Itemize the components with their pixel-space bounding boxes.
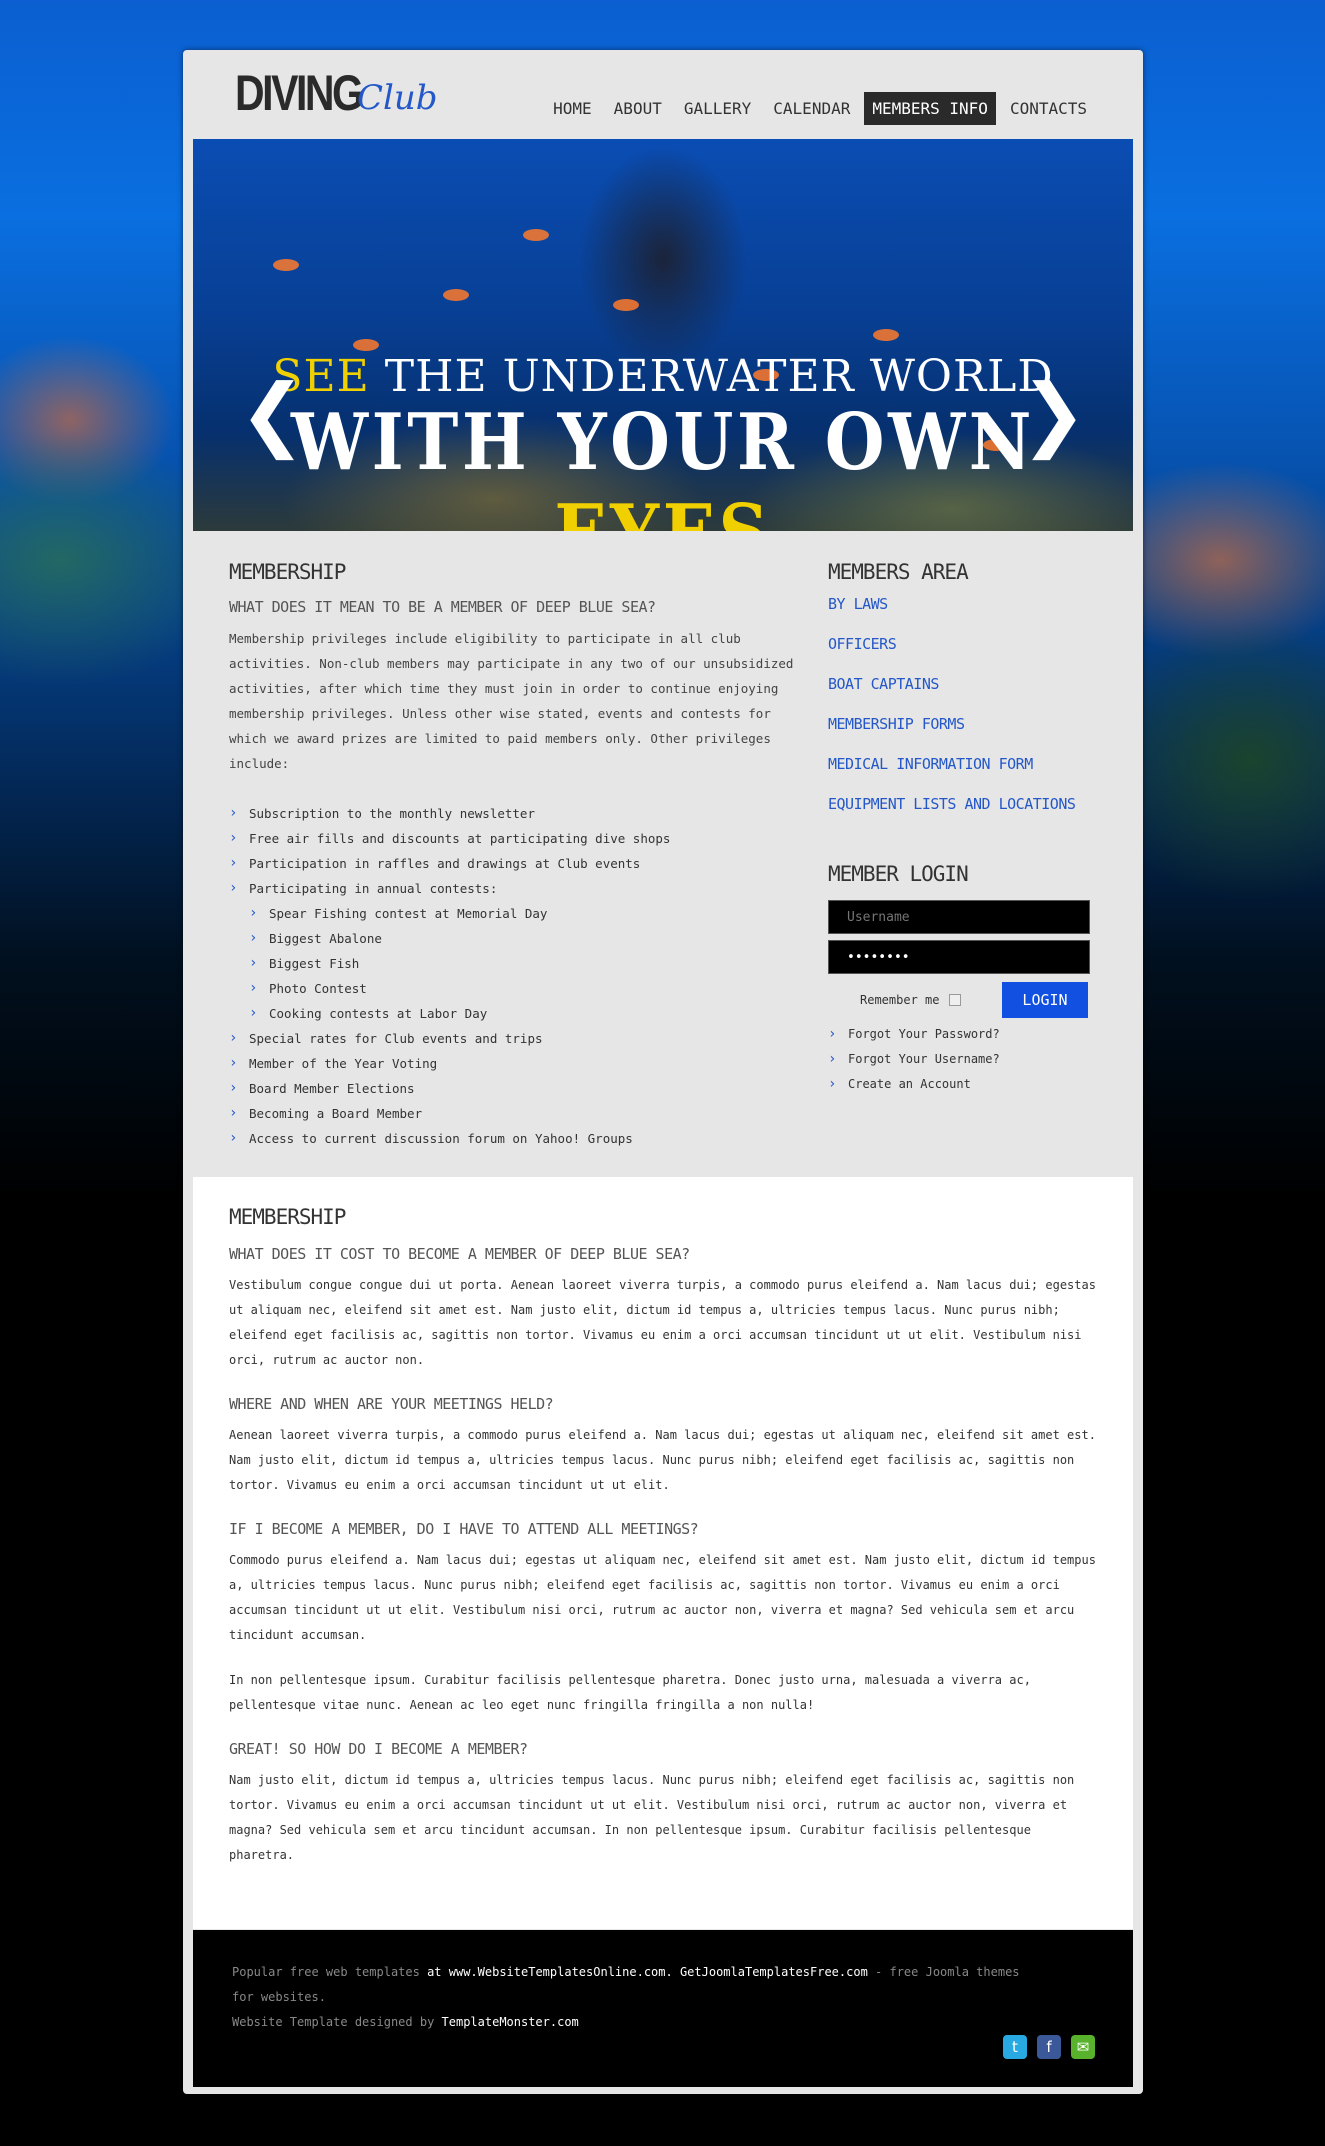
next-slide-arrow-icon[interactable]: ❯ xyxy=(1020,374,1087,454)
footer-text-5: Website Template designed by xyxy=(232,2015,442,2029)
hero-headline-2-main: WITH YOUR OWN xyxy=(290,397,1035,488)
faq-question: WHAT DOES IT COST TO BECOME A MEMBER OF … xyxy=(229,1245,690,1263)
header: DIVING Club HOME ABOUT GALLERY CALENDAR MEMB… xyxy=(193,50,1133,140)
page-frame: DIVING Club HOME ABOUT GALLERY CALENDAR MEMB… xyxy=(183,50,1143,2094)
chat-icon[interactable]: ✉ xyxy=(1071,2035,1095,2059)
remember-me-checkbox[interactable] xyxy=(949,994,962,1006)
privilege-item: Subscription to the monthly newsletter xyxy=(229,801,799,826)
footer-text-2: at xyxy=(419,1965,449,1979)
faq-question: GREAT! SO HOW DO I BECOME A MEMBER? xyxy=(229,1740,528,1758)
nav-item-contacts[interactable]: CONTACTS xyxy=(1002,92,1095,125)
nav-item-home[interactable]: HOME xyxy=(545,92,600,125)
membership-subtitle: WHAT DOES IT MEAN TO BE A MEMBER OF DEEP… xyxy=(229,598,656,616)
privilege-item: Board Member Elections xyxy=(229,1076,799,1101)
privilege-item: Cooking contests at Labor Day xyxy=(229,1001,799,1026)
faq-answer: In non pellentesque ipsum. Curabitur fac… xyxy=(229,1673,1031,1712)
fish-shape xyxy=(273,259,299,271)
twitter-icon[interactable]: t xyxy=(1003,2035,1027,2059)
faq-body: MEMBERSHIP WHAT DOES IT COST TO BECOME A… xyxy=(229,1205,1099,1868)
sidebar: MEMBERS AREA BY LAWS OFFICERS BOAT CAPTAIN… xyxy=(828,560,1090,1097)
faq-answer: Commodo purus eleifend a. Nam lacus dui;… xyxy=(229,1553,1096,1642)
members-area-links: BY LAWS OFFICERS BOAT CAPTAINS MEMBERSHIP F… xyxy=(828,584,1088,824)
faq-answer: Nam justo elit, dictum id tempus a, ultr… xyxy=(229,1773,1075,1862)
fish-shape xyxy=(353,339,379,351)
privilege-item: Biggest Fish xyxy=(229,951,799,976)
privilege-item: Access to current discussion forum on Ya… xyxy=(229,1126,799,1151)
members-link-by-laws[interactable]: BY LAWS xyxy=(828,584,1088,624)
logo-main-text: DIVING xyxy=(235,65,364,121)
footer-link-templatemonster[interactable]: TemplateMonster.com xyxy=(442,2015,579,2029)
privilege-item: Participating in annual contests: xyxy=(229,876,799,901)
privilege-item: Biggest Abalone xyxy=(229,926,799,951)
fish-shape xyxy=(443,289,469,301)
nav-item-calendar[interactable]: CALENDAR xyxy=(765,92,858,125)
privilege-item: Free air fills and discounts at particip… xyxy=(229,826,799,851)
logo[interactable]: DIVING Club xyxy=(235,65,438,121)
hero-headline-1-rest: THE UNDERWATER WORLD xyxy=(369,351,1054,402)
membership-intro-text: Membership privileges include eligibilit… xyxy=(229,631,794,771)
members-link-boat-captains[interactable]: BOAT CAPTAINS xyxy=(828,664,1088,704)
login-help-links: Forgot Your Password?Forgot Your Usernam… xyxy=(828,1022,1088,1097)
footer-text: Popular free web templates at www.Websit… xyxy=(232,1960,1022,2035)
nav-item-members-info[interactable]: MEMBERS INFO xyxy=(864,92,996,125)
members-area-title: MEMBERS AREA xyxy=(828,560,969,584)
remember-me-label: Remember me xyxy=(860,993,940,1007)
nav-item-gallery[interactable]: GALLERY xyxy=(676,92,759,125)
member-login-title: MEMBER LOGIN xyxy=(828,862,969,886)
membership-intro: MEMBERSHIP WHAT DOES IT MEAN TO BE A MEM… xyxy=(229,560,799,1151)
password-input[interactable] xyxy=(828,940,1090,974)
fish-shape xyxy=(873,329,899,341)
hero-banner: SEE THE UNDERWATER WORLD WITH YOUR OWN E… xyxy=(193,139,1133,531)
social-icons: t f ✉ xyxy=(1003,2035,1095,2059)
privilege-item: Member of the Year Voting xyxy=(229,1051,799,1076)
privilege-item: Photo Contest xyxy=(229,976,799,1001)
login-help-link[interactable]: Forgot Your Password? xyxy=(828,1022,1088,1047)
privilege-item: Becoming a Board Member xyxy=(229,1101,799,1126)
main-nav: HOME ABOUT GALLERY CALENDAR MEMBERS INFO CONT… xyxy=(539,92,1095,125)
footer-link-websitetemplates[interactable]: www.WebsiteTemplatesOnline.com xyxy=(449,1965,666,1979)
fish-shape xyxy=(613,299,639,311)
members-link-officers[interactable]: OFFICERS xyxy=(828,624,1088,664)
members-link-medical-information-form[interactable]: MEDICAL INFORMATION FORM xyxy=(828,744,1088,784)
prev-slide-arrow-icon[interactable]: ❮ xyxy=(239,374,306,454)
hero-headline-1: SEE THE UNDERWATER WORLD xyxy=(193,351,1133,402)
login-help-link[interactable]: Create an Account xyxy=(828,1072,1088,1097)
faq-answer: Vestibulum congue congue dui ut porta. A… xyxy=(229,1278,1096,1367)
footer: Popular free web templates at www.Websit… xyxy=(193,1930,1133,2087)
membership-faq: MEMBERSHIP WHAT DOES IT COST TO BECOME A… xyxy=(193,1177,1133,1929)
login-help-link[interactable]: Forgot Your Username? xyxy=(828,1047,1088,1072)
logo-script-text: Club xyxy=(357,78,438,118)
members-link-equipment-lists-and-locations[interactable]: EQUIPMENT LISTS AND LOCATIONS xyxy=(828,784,1088,824)
fish-shape xyxy=(523,229,549,241)
faq-answer: Aenean laoreet viverra turpis, a commodo… xyxy=(229,1428,1096,1492)
login-row: Remember me LOGIN xyxy=(828,982,1088,1018)
footer-text-1: Popular free web templates xyxy=(232,1965,420,1979)
facebook-icon[interactable]: f xyxy=(1037,2035,1061,2059)
footer-link-getjoomla[interactable]: GetJoomlaTemplatesFree.com xyxy=(680,1965,868,1979)
username-input[interactable] xyxy=(828,900,1090,934)
footer-text-3: . xyxy=(665,1965,680,1979)
privileges-list: Subscription to the monthly newsletterFr… xyxy=(229,801,799,1151)
privilege-item: Participation in raffles and drawings at… xyxy=(229,851,799,876)
nav-item-about[interactable]: ABOUT xyxy=(606,92,670,125)
privilege-item: Spear Fishing contest at Memorial Day xyxy=(229,901,799,926)
hero-highlight-eyes: EYES xyxy=(554,488,771,531)
faq-title: MEMBERSHIP xyxy=(229,1205,346,1229)
members-link-membership-forms[interactable]: MEMBERSHIP FORMS xyxy=(828,704,1088,744)
login-button[interactable]: LOGIN xyxy=(1002,982,1088,1018)
membership-title: MEMBERSHIP xyxy=(229,560,346,584)
faq-question: IF I BECOME A MEMBER, DO I HAVE TO ATTEN… xyxy=(229,1520,699,1538)
faq-question: WHERE AND WHEN ARE YOUR MEETINGS HELD? xyxy=(229,1395,554,1413)
hero-headline-2: WITH YOUR OWN EYES xyxy=(249,397,1076,531)
privilege-item: Special rates for Club events and trips xyxy=(229,1026,799,1051)
login-form: Remember me LOGIN Forgot Your Password?F… xyxy=(828,900,1090,1097)
